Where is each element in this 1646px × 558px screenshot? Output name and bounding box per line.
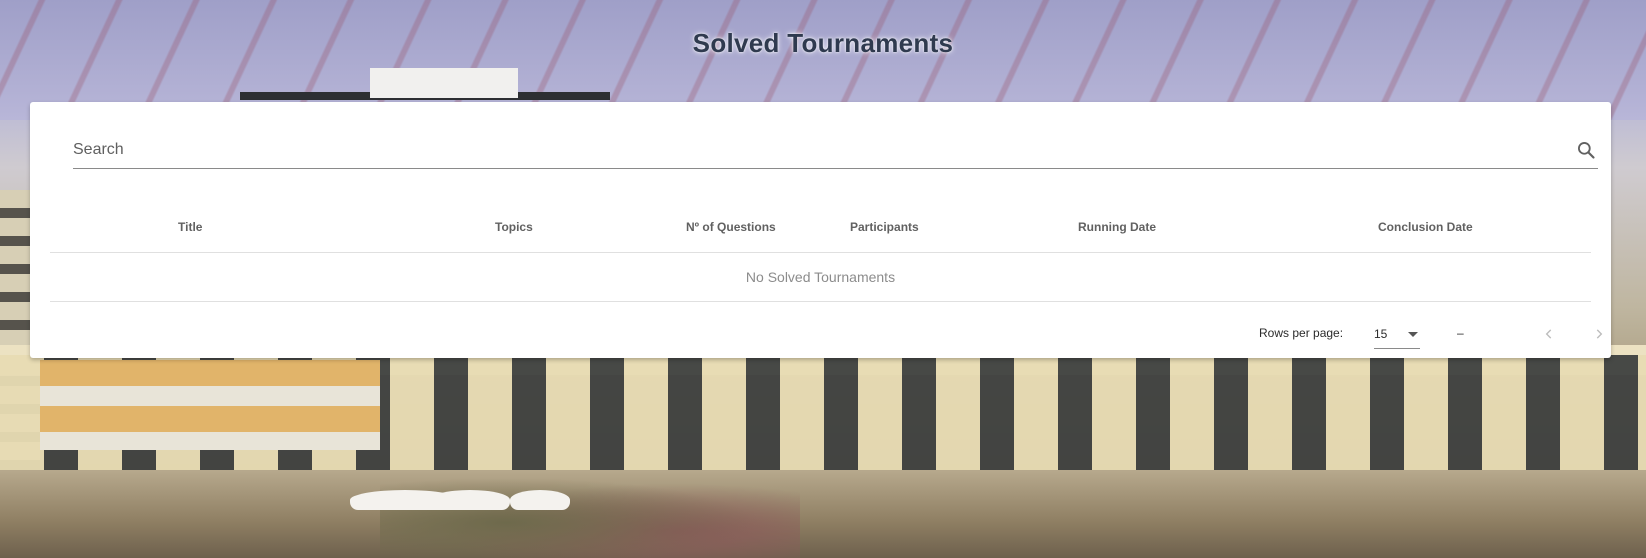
chevron-right-icon [1596, 329, 1603, 339]
search-field [73, 132, 1598, 169]
pagination-range: – [1457, 326, 1464, 340]
column-header-title[interactable]: Title [178, 202, 202, 252]
empty-state-row: No Solved Tournaments [50, 253, 1591, 302]
column-header-questions[interactable]: Nº of Questions [686, 202, 776, 252]
rows-per-page-label: Rows per page: [1259, 326, 1344, 340]
search-icon[interactable] [1574, 138, 1598, 162]
rows-per-page-select[interactable]: 15 [1374, 320, 1420, 349]
column-header-running-date[interactable]: Running Date [1078, 202, 1156, 252]
rows-per-page-value: 15 [1374, 327, 1388, 341]
table-header: Title Topics Nº of Questions Participant… [50, 202, 1591, 253]
tournaments-card: Title Topics Nº of Questions Participant… [30, 102, 1611, 358]
pagination-footer: Rows per page: 15 – [30, 312, 1611, 356]
chevron-down-icon [1408, 331, 1418, 337]
search-input[interactable] [73, 141, 1574, 159]
column-header-participants[interactable]: Participants [850, 202, 919, 252]
column-header-topics[interactable]: Topics [495, 202, 533, 252]
next-page-button[interactable] [1585, 320, 1613, 348]
column-header-conclusion-date[interactable]: Conclusion Date [1378, 202, 1473, 252]
chevron-left-icon [1545, 329, 1552, 339]
tournaments-table: Title Topics Nº of Questions Participant… [50, 202, 1591, 302]
page-title: Solved Tournaments [692, 28, 954, 58]
previous-page-button[interactable] [1535, 320, 1563, 348]
